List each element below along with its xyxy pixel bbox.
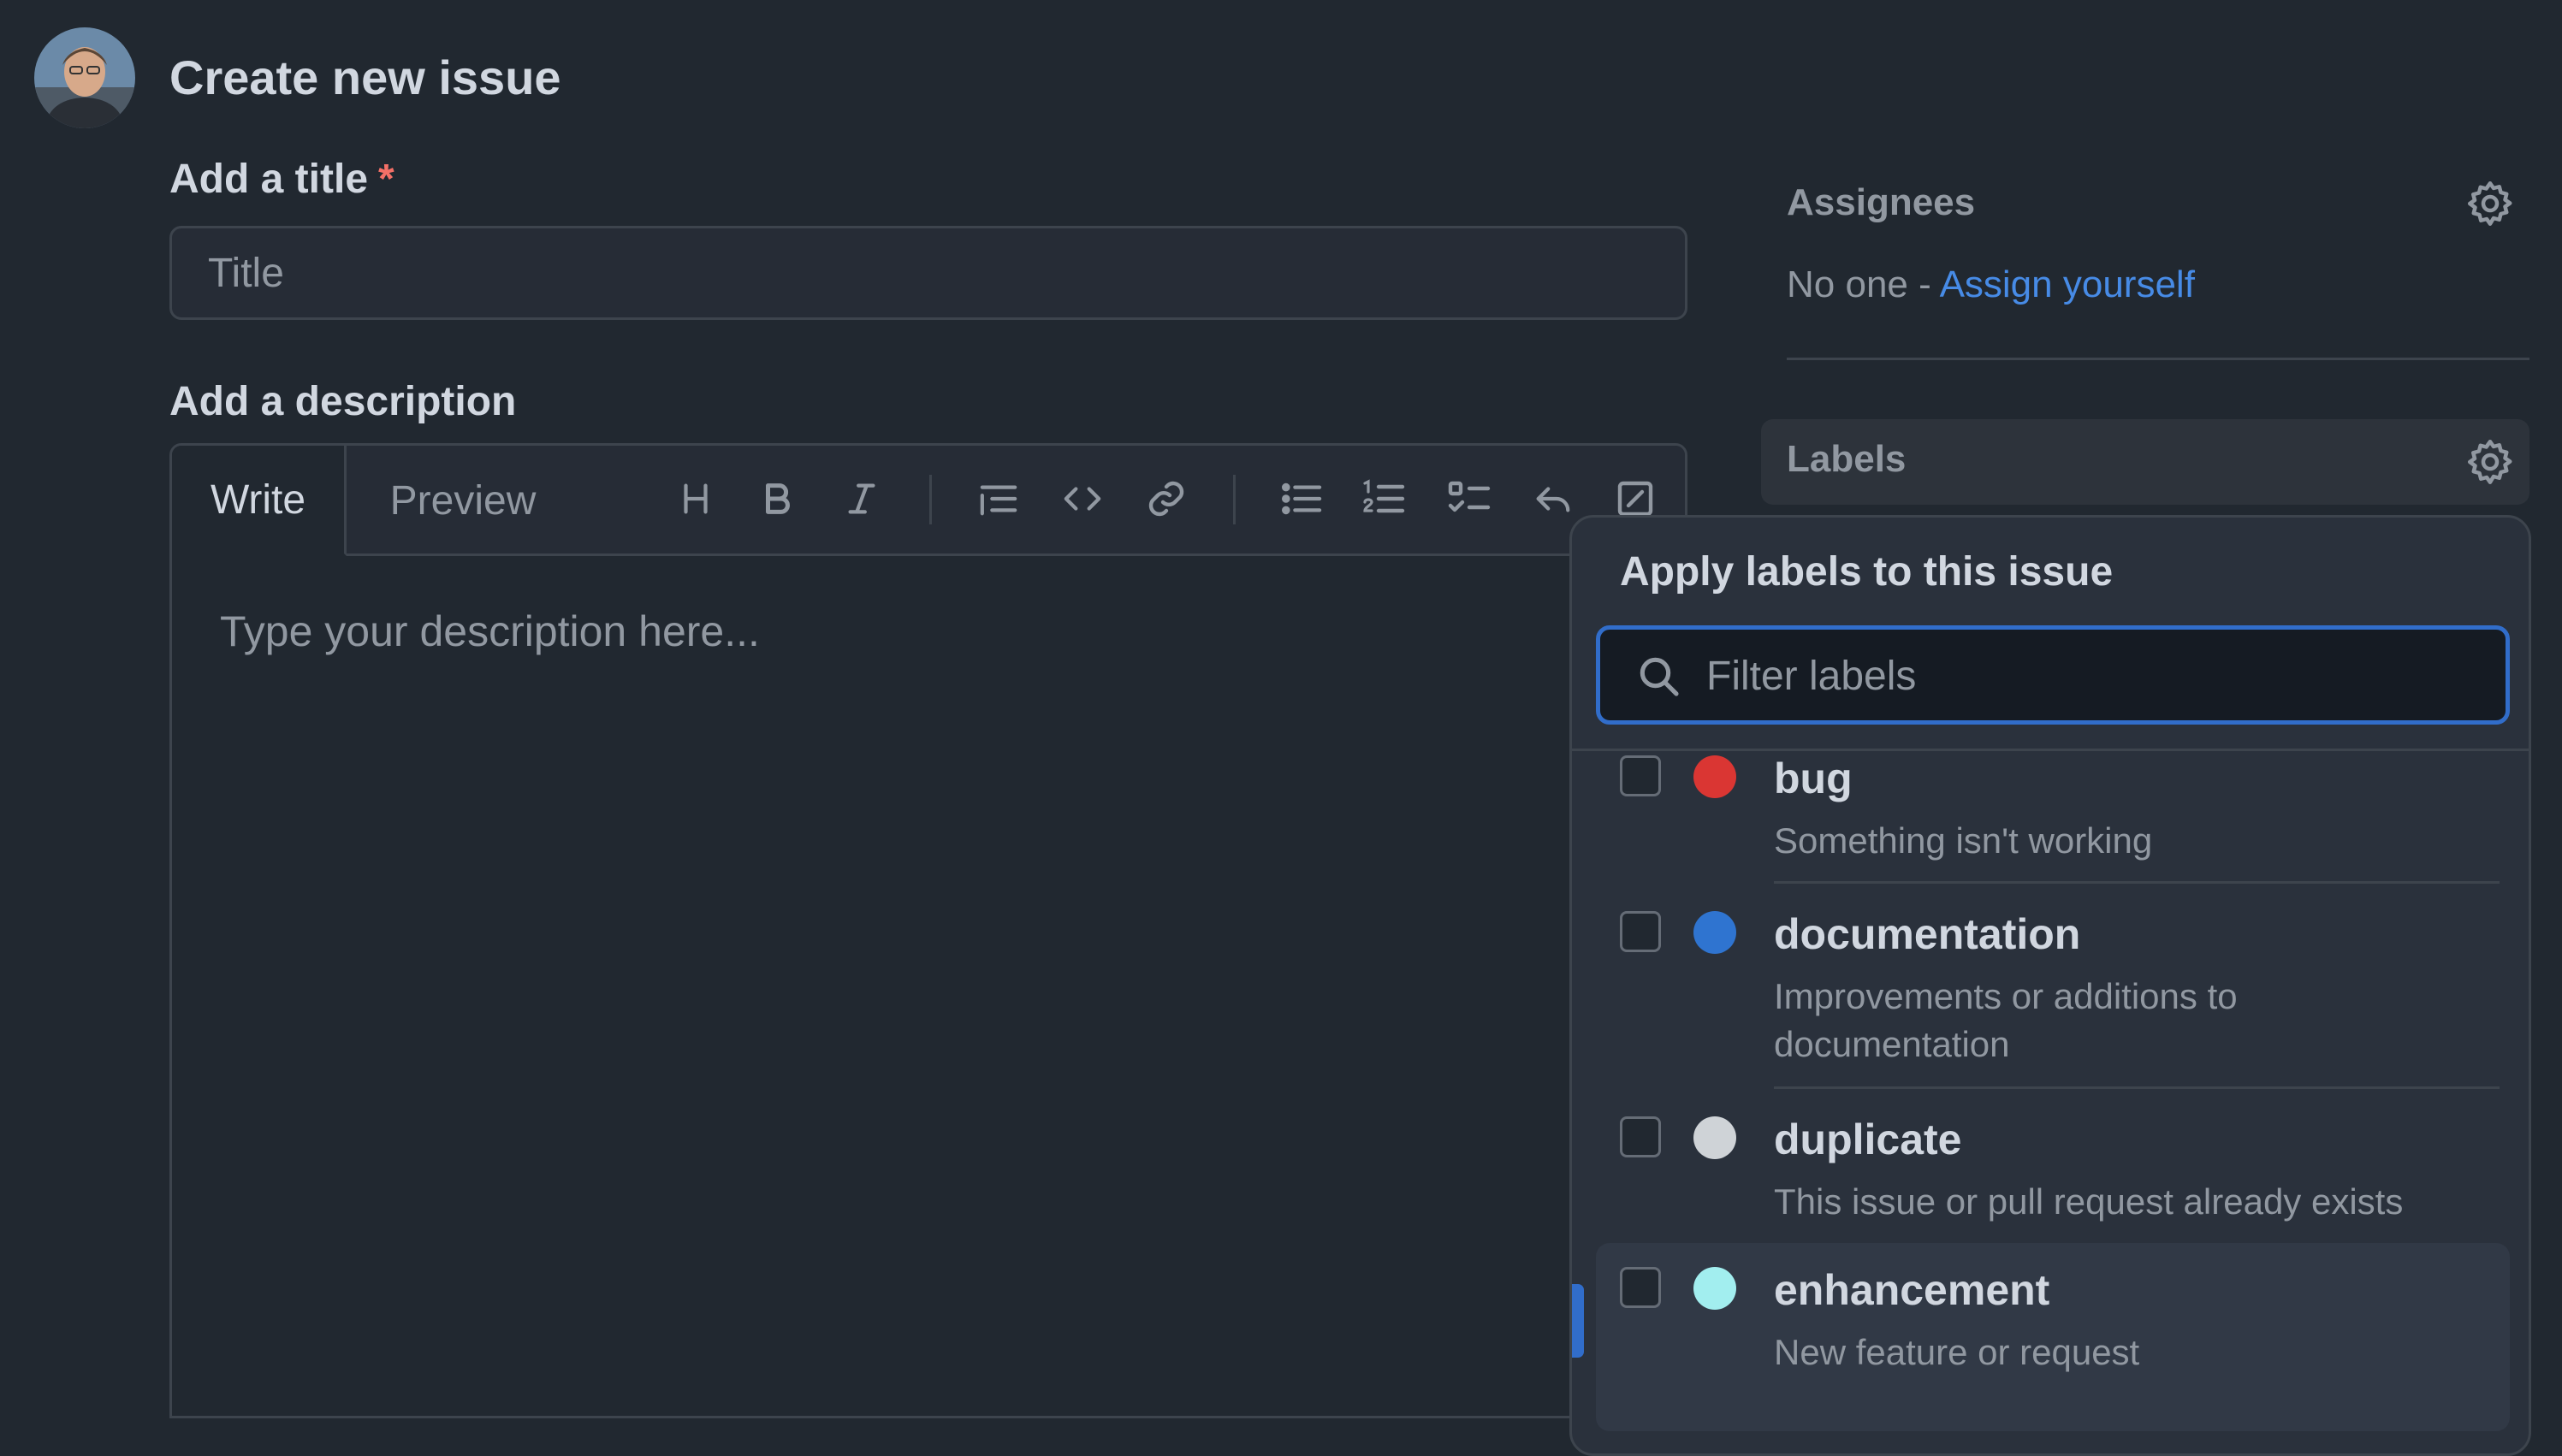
label-description: Something isn't working [1774,820,2153,861]
heading-icon[interactable] [665,468,726,530]
label-color-dot [1693,755,1736,798]
label-checkbox[interactable] [1620,911,1661,952]
label-color-dot [1693,1116,1736,1159]
label-description: This issue or pull request already exist… [1774,1181,2404,1222]
label-divider [1774,1086,2500,1089]
assignees-gear-icon[interactable] [2464,178,2516,229]
label-name: documentation [1774,910,2081,958]
title-input[interactable] [169,226,1687,320]
labels-popover: Apply labels to this issue bug Something… [1569,515,2531,1456]
page-title: Create new issue [169,50,561,104]
label-description: New feature or request [1774,1332,2140,1372]
title-label-text: Add a title [169,157,369,202]
assignees-heading: Assignees [1787,181,1976,223]
labels-heading: Labels [1787,438,1907,480]
quote-icon[interactable] [968,468,1029,530]
label-checkbox[interactable] [1620,1116,1661,1157]
label-color-dot [1693,1267,1736,1310]
unordered-list-icon[interactable] [1271,468,1332,530]
label-checkbox[interactable] [1620,1267,1661,1308]
bold-icon[interactable] [747,468,809,530]
ordered-list-icon[interactable] [1353,468,1414,530]
toolbar-divider [929,475,932,524]
tab-preview[interactable]: Preview [347,446,579,556]
popover-scrollbar[interactable] [1572,1284,1584,1358]
tab-write[interactable]: Write [172,446,347,556]
search-icon [1634,652,1682,700]
toolbar-divider [1233,475,1236,524]
italic-icon[interactable] [831,468,893,530]
label-name: enhancement [1774,1266,2050,1314]
label-item-documentation[interactable]: documentation Improvements or additions … [1596,889,2510,1094]
description-editor: Write Preview Type your description here… [169,443,1687,1418]
task-list-icon[interactable] [1438,468,1500,530]
description-label: Add a description [169,379,517,424]
description-placeholder[interactable]: Type your description here... [220,607,760,656]
filter-labels-box[interactable] [1596,625,2510,725]
labels-gear-icon[interactable] [2464,436,2516,488]
code-icon[interactable] [1052,468,1113,530]
assign-yourself-link[interactable]: Assign yourself [1940,263,2195,305]
title-field-label: Add a title * [169,156,394,203]
label-checkbox[interactable] [1620,755,1661,796]
editor-toolbar: Write Preview [172,446,1685,556]
label-item-bug[interactable]: bug Something isn't working [1596,733,2510,889]
filter-labels-input[interactable] [1705,647,2478,705]
avatar[interactable] [34,27,135,128]
label-description: Improvements or additions to documentati… [1774,976,2238,1064]
popover-title: Apply labels to this issue [1620,549,2114,595]
assignees-value: No one - Assign yourself [1787,263,2195,306]
label-color-dot [1693,911,1736,954]
label-item-enhancement[interactable]: enhancement New feature or request [1596,1243,2510,1431]
label-item-duplicate[interactable]: duplicate This issue or pull request alr… [1596,1094,2510,1248]
label-name: bug [1774,755,1853,802]
link-icon[interactable] [1136,468,1197,530]
reply-icon[interactable] [1522,468,1584,530]
required-marker: * [378,157,394,202]
label-name: duplicate [1774,1116,1962,1163]
assignees-none-text: No one - [1787,263,1940,305]
label-divider [1774,881,2500,884]
sidebar-divider [1787,358,2529,360]
